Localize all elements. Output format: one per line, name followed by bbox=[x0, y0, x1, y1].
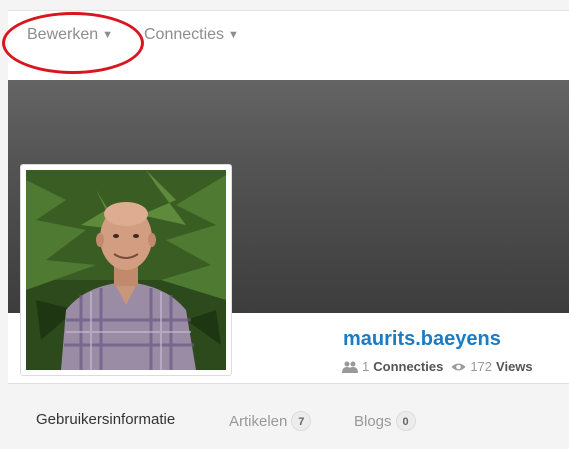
connections-stat-label[interactable]: Connecties bbox=[373, 359, 443, 374]
articles-count-badge: 7 bbox=[291, 411, 312, 431]
highlight-annotation bbox=[2, 12, 144, 74]
avatar[interactable] bbox=[20, 164, 232, 376]
avatar-photo bbox=[26, 170, 226, 370]
connections-count: 1 bbox=[362, 359, 370, 374]
tab-articles[interactable]: Artikelen 7 bbox=[229, 411, 312, 431]
profile-stats: 1 Connecties 172 Views bbox=[342, 359, 533, 374]
views-count: 172 bbox=[470, 359, 493, 374]
views-stat-label: Views bbox=[496, 359, 533, 374]
eye-icon bbox=[451, 363, 466, 370]
users-icon bbox=[342, 361, 358, 373]
tab-label: Artikelen bbox=[229, 412, 288, 430]
tab-label: Blogs bbox=[354, 412, 392, 430]
connections-menu[interactable]: Connecties ▼ bbox=[144, 26, 239, 44]
profile-username[interactable]: maurits.baeyens bbox=[343, 328, 501, 351]
caret-down-icon: ▼ bbox=[228, 29, 239, 41]
connections-menu-label: Connecties bbox=[144, 26, 225, 43]
tab-label: Gebruikersinformatie bbox=[36, 411, 176, 428]
tab-user-info[interactable]: Gebruikersinformatie bbox=[36, 411, 175, 428]
blogs-count-badge: 0 bbox=[395, 411, 416, 431]
tab-blogs[interactable]: Blogs 0 bbox=[354, 411, 416, 431]
